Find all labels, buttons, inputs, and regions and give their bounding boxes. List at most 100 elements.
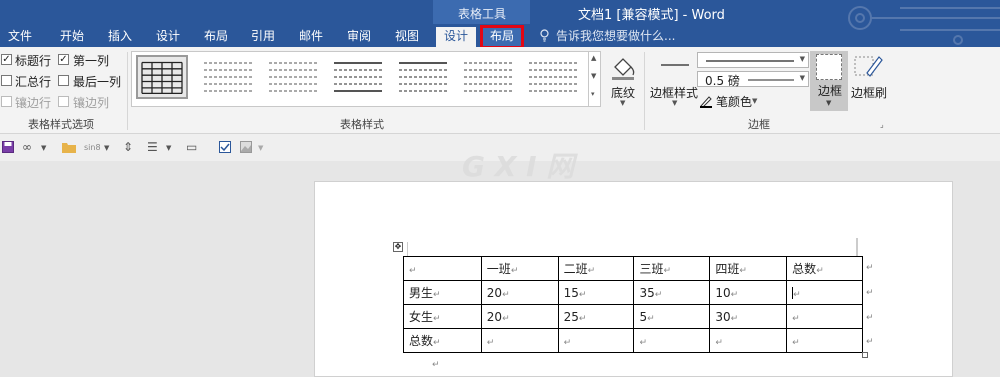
scroll-up-icon[interactable]: ▲ — [591, 54, 596, 62]
group-separator — [644, 52, 645, 130]
border-painter-icon[interactable] — [853, 53, 883, 81]
line-spacing-icon[interactable]: ⇕ — [123, 140, 133, 154]
save-icon[interactable] — [2, 141, 14, 153]
tab-view[interactable]: 视图 — [395, 27, 419, 47]
table-style-thumbnail[interactable] — [136, 55, 188, 99]
tab-insert[interactable]: 插入 — [108, 27, 132, 47]
chevron-down-icon[interactable]: ▼ — [104, 144, 109, 152]
site-watermark: G X I 网 — [462, 150, 575, 183]
borders-dropdown-icon[interactable]: ▼ — [826, 99, 831, 107]
gallery-more-icon[interactable]: ▾ — [591, 90, 595, 98]
table-cell[interactable]: 30↵ — [709, 304, 788, 329]
scroll-down-icon[interactable]: ▼ — [591, 72, 596, 80]
table-cell[interactable]: 15↵ — [557, 280, 635, 305]
tell-me-search[interactable]: 告诉我您想要做什么... — [556, 27, 675, 44]
table-row: 男生↵ 20↵ 15↵ 35↵ 10↵ ↵ — [403, 280, 863, 305]
tab-file[interactable]: 文件 — [8, 27, 32, 47]
paragraph-mark: ↵ — [432, 360, 440, 370]
table-cell[interactable]: 男生↵ — [403, 280, 482, 305]
table-cell[interactable]: ↵ — [786, 328, 863, 353]
banded-rows-checkbox[interactable] — [1, 96, 12, 107]
table-cell[interactable]: ↵ — [786, 304, 863, 329]
borders-grid-icon — [816, 54, 842, 80]
table-header-cell[interactable]: 四班↵ — [709, 256, 788, 281]
table-style-thumbnail[interactable] — [462, 55, 514, 99]
row-end-mark: ↵ — [866, 337, 874, 347]
chevron-down-icon[interactable]: ▼ — [258, 144, 263, 152]
font-name-box[interactable]: sin8 — [84, 143, 101, 152]
banded-columns-label: 镶边列 — [73, 96, 110, 110]
table-style-thumbnail[interactable] — [267, 55, 319, 99]
tab-table-design[interactable]: 设计 — [436, 27, 477, 47]
table-cell[interactable]: ↵ — [557, 328, 635, 353]
page-corner-guides — [407, 238, 858, 256]
table-cell[interactable]: ↵ — [480, 328, 559, 353]
total-row-checkbox[interactable] — [1, 75, 12, 86]
tab-design[interactable]: 设计 — [156, 27, 180, 47]
table-cell[interactable]: ↵ — [709, 328, 788, 353]
total-row-label: 汇总行 — [15, 75, 52, 89]
group-separator — [127, 52, 128, 130]
first-column-checkbox[interactable]: ✓ — [58, 54, 69, 65]
banded-columns-checkbox[interactable] — [58, 96, 69, 107]
table-cell[interactable]: 35↵ — [633, 280, 711, 305]
table-header-cell[interactable]: 总数↵ — [786, 256, 863, 281]
tab-table-layout[interactable]: 布局 — [479, 25, 525, 49]
tab-layout[interactable]: 布局 — [204, 27, 228, 47]
folder-icon[interactable] — [62, 142, 76, 153]
table-cell[interactable]: 女生↵ — [403, 304, 482, 329]
paragraph-spacing-icon[interactable]: ☰ — [147, 140, 158, 154]
last-column-label: 最后一列 — [73, 75, 122, 89]
table-cell[interactable]: 总数↵ — [403, 328, 482, 353]
tab-review[interactable]: 审阅 — [347, 27, 371, 47]
tab-home[interactable]: 开始 — [60, 27, 84, 47]
circuit-decoration-icon — [848, 6, 1000, 45]
table-header-cell[interactable]: 二班↵ — [557, 256, 635, 281]
pen-color-button[interactable]: 笔颜色 — [716, 93, 752, 110]
gallery-scrollbar[interactable]: ▲ ▼ ▾ — [588, 52, 600, 106]
last-column-checkbox[interactable] — [58, 75, 69, 86]
link-icon[interactable]: ∞ — [22, 140, 32, 154]
shading-dropdown-icon[interactable]: ▼ — [620, 99, 625, 107]
header-row-checkbox[interactable]: ✓ — [1, 54, 12, 65]
paint-bucket-icon[interactable] — [609, 53, 637, 81]
table-cell[interactable]: 20↵ — [480, 304, 559, 329]
dialog-launcher-icon[interactable]: ⌟ — [880, 120, 884, 129]
table-cell[interactable]: ↵ — [786, 280, 863, 305]
chevron-down-icon[interactable]: ▼ — [166, 144, 171, 152]
border-painter-button[interactable]: 边框刷 — [851, 84, 887, 101]
table-cell[interactable]: 5↵ — [633, 304, 711, 329]
table-cell[interactable]: 20↵ — [480, 280, 559, 305]
border-style-line-icon[interactable] — [661, 62, 689, 68]
table-cell[interactable]: 25↵ — [557, 304, 635, 329]
table-style-thumbnail[interactable] — [332, 55, 384, 99]
row-end-mark: ↵ — [866, 263, 874, 273]
table-cell[interactable]: 10↵ — [709, 280, 788, 305]
line-style-dropdown[interactable]: ▼ — [697, 52, 809, 68]
table-style-thumbnail[interactable] — [397, 55, 449, 99]
border-styles-dropdown-icon[interactable]: ▼ — [672, 99, 677, 107]
picture-icon[interactable] — [240, 141, 252, 153]
table-resize-handle[interactable] — [862, 352, 868, 358]
table-header-cell[interactable]: ↵ — [403, 256, 482, 281]
table-header-cell[interactable]: 一班↵ — [480, 256, 559, 281]
pen-icon — [700, 96, 712, 108]
lightbulb-icon — [540, 29, 549, 42]
table-insert-icon[interactable]: ▭ — [186, 140, 197, 154]
data-table[interactable]: ↵ 一班↵ 二班↵ 三班↵ 四班↵ 总数↵ 男生↵ 20↵ 15↵ 35↵ 10… — [403, 256, 863, 353]
table-style-thumbnail[interactable] — [202, 55, 254, 99]
checkbox-icon[interactable] — [219, 141, 231, 153]
chevron-down-icon[interactable]: ▼ — [41, 144, 46, 152]
banded-rows-label: 镶边行 — [15, 96, 52, 110]
style-options-group-label: 表格样式选项 — [28, 118, 94, 131]
table-cell[interactable]: ↵ — [633, 328, 711, 353]
line-weight-value: 0.5 磅 — [705, 74, 740, 88]
tab-references[interactable]: 引用 — [251, 27, 275, 47]
table-header-cell[interactable]: 三班↵ — [633, 256, 711, 281]
line-weight-dropdown[interactable]: 0.5 磅 ▼ — [697, 71, 809, 88]
table-move-handle[interactable]: ✥ — [393, 242, 403, 252]
tab-mailings[interactable]: 邮件 — [299, 27, 323, 47]
pen-color-dropdown-icon[interactable]: ▼ — [752, 97, 757, 105]
table-style-thumbnail[interactable] — [527, 55, 579, 99]
chevron-down-icon: ▼ — [799, 55, 805, 63]
